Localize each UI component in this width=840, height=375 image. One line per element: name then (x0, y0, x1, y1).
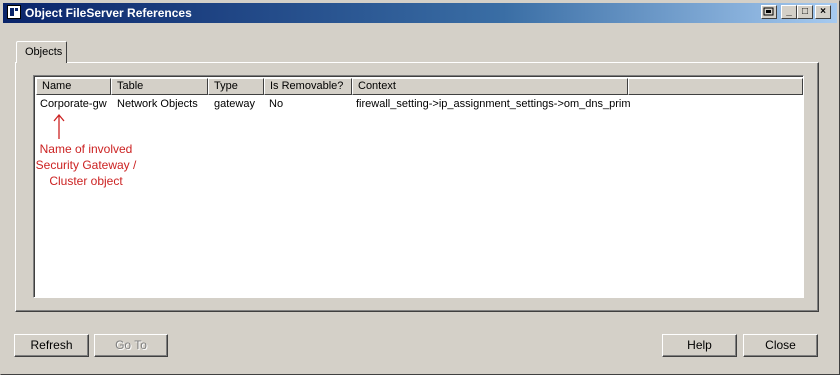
window-title: Object FileServer References (25, 6, 192, 20)
column-header-is-removable[interactable]: Is Removable? (264, 78, 352, 95)
annotation-line: Security Gateway / (35, 158, 137, 172)
annotation-line: Cluster object (49, 174, 123, 188)
column-header-table[interactable]: Table (111, 78, 208, 95)
column-header-context[interactable]: Context (352, 78, 628, 95)
column-header-type[interactable]: Type (208, 78, 264, 95)
cell-is-removable: No (269, 98, 284, 110)
column-header-filler (628, 78, 803, 95)
go-to-button[interactable]: Go To (94, 334, 168, 357)
app-window-icon (7, 5, 21, 19)
column-header-name[interactable]: Name (36, 78, 111, 95)
minimize-button[interactable]: _ (781, 5, 797, 19)
help-button[interactable]: Help (662, 334, 737, 357)
annotation-callout: Name of involved Security Gateway / Clus… (31, 141, 141, 189)
annotation-line: Name of involved (39, 142, 133, 156)
cell-context: firewall_setting->ip_assignment_settings… (356, 98, 631, 110)
cell-type: gateway (214, 98, 255, 110)
annotation-arrow-icon (53, 114, 65, 139)
close-button[interactable]: Close (743, 334, 818, 357)
references-list[interactable]: Name Table Type Is Removable? Context Co… (33, 75, 804, 298)
restore-to-tray-icon[interactable] (761, 5, 777, 19)
close-window-button[interactable]: × (815, 5, 831, 19)
dialog-window: Object FileServer References _ □ × Objec… (0, 0, 840, 375)
refresh-button[interactable]: Refresh (14, 334, 89, 357)
list-header: Name Table Type Is Removable? Context (36, 78, 803, 95)
tab-objects-label: Objects (25, 46, 63, 58)
tab-objects[interactable]: Objects (16, 41, 67, 63)
maximize-button[interactable]: □ (797, 5, 813, 19)
cell-name: Corporate-gw (40, 98, 107, 110)
cell-table: Network Objects (117, 98, 198, 110)
title-bar[interactable]: Object FileServer References _ □ × (3, 3, 837, 23)
